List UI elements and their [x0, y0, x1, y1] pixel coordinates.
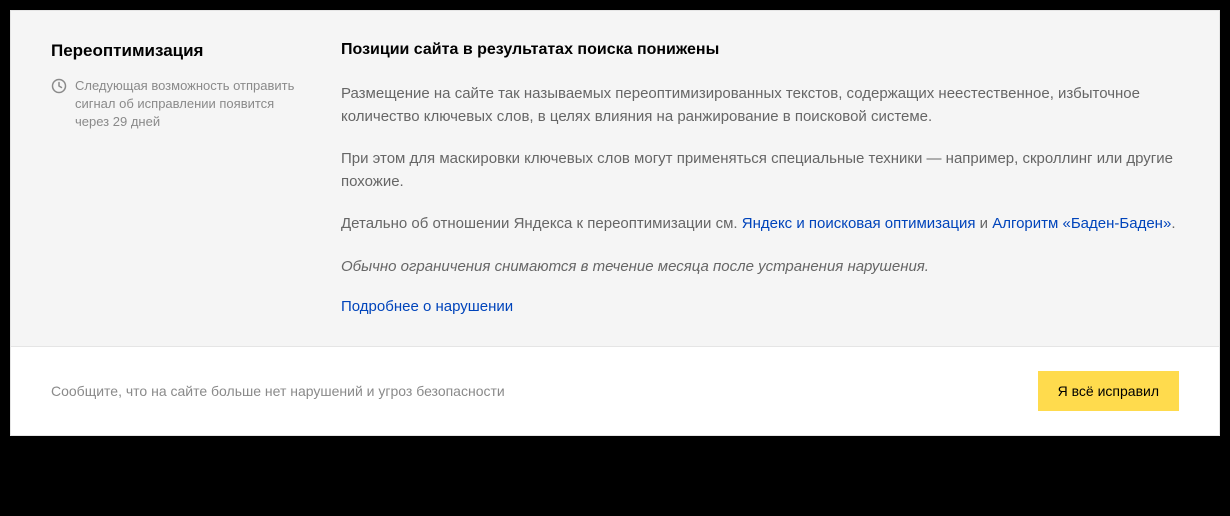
status-row: Следующая возможность отправить сигнал о… [51, 77, 311, 132]
description-paragraph-2: При этом для маскировки ключевых слов мо… [341, 148, 1179, 193]
description-paragraph-1: Размещение на сайте так называемых перео… [341, 83, 1179, 128]
baden-baden-link[interactable]: Алгоритм «Баден-Баден» [992, 215, 1171, 232]
content-subtitle: Позиции сайта в результатах поиска пониж… [341, 41, 1179, 59]
description-paragraph-3: Детально об отношении Яндекса к переопти… [341, 213, 1179, 236]
footer-hint: Сообщите, что на сайте больше нет наруше… [51, 383, 505, 399]
sidebar: Переоптимизация Следующая возможность от… [51, 41, 311, 316]
content-column: Позиции сайта в результатах поиска пониж… [341, 41, 1179, 316]
details-link[interactable]: Подробнее о нарушении [341, 298, 513, 315]
paragraph3-prefix: Детально об отношении Яндекса к переопти… [341, 215, 742, 232]
footer: Сообщите, что на сайте больше нет наруше… [11, 346, 1219, 435]
seo-link[interactable]: Яндекс и поисковая оптимизация [742, 215, 976, 232]
status-text: Следующая возможность отправить сигнал о… [75, 77, 311, 132]
timing-note: Обычно ограничения снимаются в течение м… [341, 256, 1179, 279]
fixed-button[interactable]: Я всё исправил [1038, 371, 1179, 411]
paragraph3-suffix: . [1171, 215, 1175, 232]
main-content: Переоптимизация Следующая возможность от… [11, 11, 1219, 346]
violation-card: Переоптимизация Следующая возможность от… [10, 10, 1220, 436]
clock-icon [51, 78, 67, 94]
paragraph3-middle: и [975, 215, 992, 232]
violation-title: Переоптимизация [51, 41, 311, 61]
